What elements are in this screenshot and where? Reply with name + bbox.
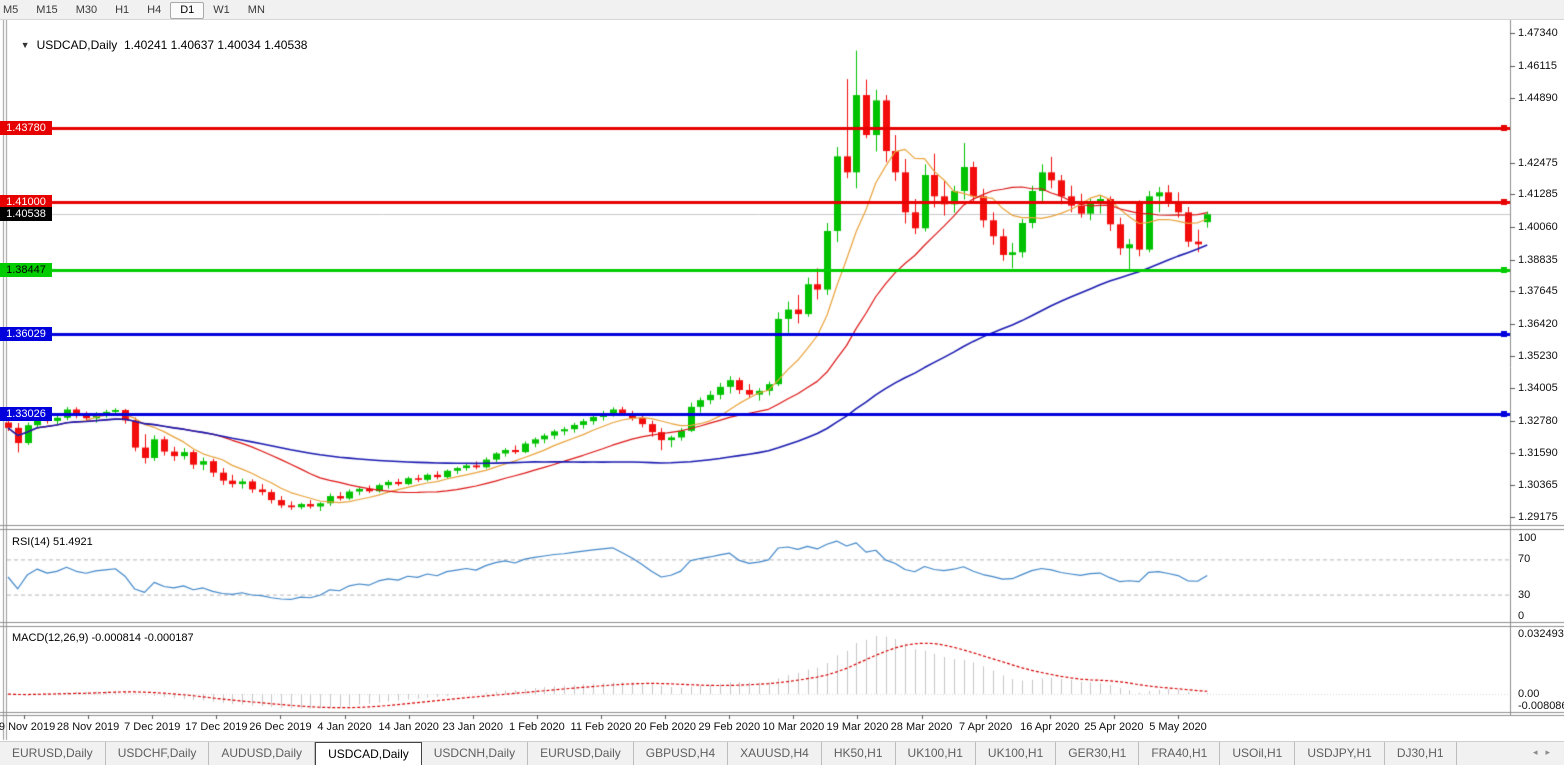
period-button-m15[interactable]: M15 bbox=[27, 3, 66, 18]
date-axis-label: 19 Mar 2020 bbox=[827, 721, 889, 733]
date-axis-label: 23 Jan 2020 bbox=[442, 721, 503, 733]
price-axis-tick: 1.31590 bbox=[1518, 447, 1558, 459]
chart-title: ▼ USDCAD,Daily 1.40241 1.40637 1.40034 1.… bbox=[14, 24, 307, 52]
price-axis-tick: 1.47340 bbox=[1518, 27, 1558, 39]
rsi-indicator-label: RSI(14) 51.4921 bbox=[12, 536, 93, 548]
chart-ohlc-values: 1.40241 1.40637 1.40034 1.40538 bbox=[124, 38, 308, 52]
rsi-axis-label: 0 bbox=[1518, 610, 1524, 622]
tab-fra40-h1[interactable]: FRA40,H1 bbox=[1139, 742, 1220, 765]
symbol-tabbar: EURUSD,DailyUSDCHF,DailyAUDUSD,DailyUSDC… bbox=[0, 741, 1564, 765]
date-axis-label: 25 Apr 2020 bbox=[1084, 721, 1143, 733]
level-price-badge: 1.36029 bbox=[0, 327, 52, 341]
period-button-mn[interactable]: MN bbox=[239, 3, 274, 18]
level-price-badge: 1.33026 bbox=[0, 407, 52, 421]
macd-indicator-label: MACD(12,26,9) -0.000814 -0.000187 bbox=[12, 632, 194, 644]
date-axis-label: 20 Feb 2020 bbox=[634, 721, 696, 733]
price-axis-tick: 1.36420 bbox=[1518, 318, 1558, 330]
chart-symbol-label: USDCAD,Daily bbox=[37, 38, 118, 52]
price-axis-tick: 1.40060 bbox=[1518, 221, 1558, 233]
macd-axis-max: 0.032493 bbox=[1518, 628, 1564, 640]
price-chart-canvas[interactable] bbox=[0, 0, 1564, 764]
date-axis-label: 26 Dec 2019 bbox=[249, 721, 311, 733]
rsi-axis-label: 100 bbox=[1518, 532, 1536, 544]
tab-scroll-arrows[interactable]: ◂▸ bbox=[1533, 747, 1558, 758]
date-axis-label: 4 Jan 2020 bbox=[317, 721, 371, 733]
price-axis-tick: 1.37645 bbox=[1518, 285, 1558, 297]
macd-axis-min: -0.008086 bbox=[1518, 700, 1564, 712]
period-button-w1[interactable]: W1 bbox=[204, 3, 239, 18]
date-axis-label: 14 Jan 2020 bbox=[378, 721, 439, 733]
current-price-badge: 1.40538 bbox=[0, 207, 52, 221]
date-axis-label: 11 Feb 2020 bbox=[571, 721, 632, 733]
date-axis-label: 28 Mar 2020 bbox=[891, 721, 953, 733]
rsi-axis-label: 30 bbox=[1518, 589, 1530, 601]
price-axis-tick: 1.30365 bbox=[1518, 479, 1558, 491]
level-price-badge: 1.38447 bbox=[0, 263, 52, 277]
date-axis-label: 28 Nov 2019 bbox=[57, 721, 119, 733]
tab-uk100-h1[interactable]: UK100,H1 bbox=[896, 742, 976, 765]
tab-dj30-h1[interactable]: DJ30,H1 bbox=[1385, 742, 1457, 765]
price-axis-tick: 1.46115 bbox=[1518, 60, 1557, 72]
tab-hk50-h1[interactable]: HK50,H1 bbox=[822, 742, 896, 765]
date-axis-label: 1 Feb 2020 bbox=[509, 721, 565, 733]
timeframe-toolbar: M5M15M30H1H4D1W1MN bbox=[0, 0, 1564, 20]
tab-uk100-h1[interactable]: UK100,H1 bbox=[976, 742, 1056, 765]
tab-scroll-right-icon[interactable]: ▸ bbox=[1545, 747, 1558, 757]
price-axis-tick: 1.29175 bbox=[1518, 511, 1558, 523]
period-button-h1[interactable]: H1 bbox=[106, 3, 138, 18]
triangle-down-icon: ▼ bbox=[21, 40, 30, 50]
tab-usdchf-daily[interactable]: USDCHF,Daily bbox=[106, 742, 210, 765]
date-axis-label: 7 Dec 2019 bbox=[124, 721, 180, 733]
date-axis-label: 29 Feb 2020 bbox=[698, 721, 760, 733]
period-button-m5[interactable]: M5 bbox=[0, 3, 27, 18]
tab-usdjpy-h1[interactable]: USDJPY,H1 bbox=[1295, 742, 1384, 765]
level-price-badge: 1.43780 bbox=[0, 121, 52, 135]
tab-audusd-daily[interactable]: AUDUSD,Daily bbox=[209, 742, 315, 765]
date-axis-label: 19 Nov 2019 bbox=[0, 721, 55, 733]
tab-eurusd-daily[interactable]: EURUSD,Daily bbox=[528, 742, 634, 765]
tab-scroll-left-icon[interactable]: ◂ bbox=[1533, 747, 1546, 757]
rsi-axis-label: 70 bbox=[1518, 553, 1530, 565]
period-button-m30[interactable]: M30 bbox=[67, 3, 106, 18]
price-axis-tick: 1.38835 bbox=[1518, 254, 1558, 266]
macd-axis-zero: 0.00 bbox=[1518, 688, 1539, 700]
tab-usoil-h1[interactable]: USOil,H1 bbox=[1220, 742, 1295, 765]
date-axis-label: 5 May 2020 bbox=[1149, 721, 1206, 733]
tab-xauusd-h4[interactable]: XAUUSD,H4 bbox=[728, 742, 822, 765]
tab-eurusd-daily[interactable]: EURUSD,Daily bbox=[0, 742, 106, 765]
date-axis-label: 16 Apr 2020 bbox=[1020, 721, 1079, 733]
price-axis-tick: 1.41285 bbox=[1518, 188, 1558, 200]
price-axis-tick: 1.34005 bbox=[1518, 382, 1558, 394]
price-axis-tick: 1.42475 bbox=[1518, 157, 1558, 169]
date-axis-label: 10 Mar 2020 bbox=[762, 721, 824, 733]
tab-ger30-h1[interactable]: GER30,H1 bbox=[1056, 742, 1139, 765]
price-axis-tick: 1.32780 bbox=[1518, 415, 1558, 427]
date-axis-label: 17 Dec 2019 bbox=[185, 721, 247, 733]
period-button-d1[interactable]: D1 bbox=[170, 2, 204, 19]
tab-gbpusd-h4[interactable]: GBPUSD,H4 bbox=[634, 742, 728, 765]
date-axis-label: 7 Apr 2020 bbox=[959, 721, 1012, 733]
tab-usdcad-daily[interactable]: USDCAD,Daily bbox=[315, 742, 422, 765]
period-button-h4[interactable]: H4 bbox=[138, 3, 170, 18]
tab-usdcnh-daily[interactable]: USDCNH,Daily bbox=[422, 742, 528, 765]
price-axis-tick: 1.44890 bbox=[1518, 92, 1558, 104]
price-axis-tick: 1.35230 bbox=[1518, 350, 1558, 362]
